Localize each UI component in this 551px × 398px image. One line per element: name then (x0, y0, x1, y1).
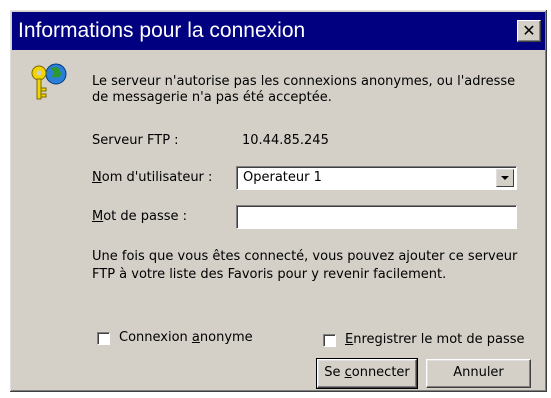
save-password-checkbox[interactable] (323, 334, 336, 347)
username-label-mnemonic: N (92, 170, 102, 185)
keys-globe-icon (31, 63, 67, 100)
login-dialog: Informations pour la connexion ✕ Le serv… (9, 9, 548, 393)
window-title: Informations pour la connexion (18, 19, 306, 42)
anonymous-label-before: Connexion (119, 330, 192, 345)
close-icon: ✕ (522, 21, 536, 40)
username-label-rest: om d'utilisateur : (101, 170, 213, 185)
save-password-label[interactable]: Enregistrer le mot de passe (345, 332, 525, 347)
save-password-label-mnemonic: E (345, 332, 354, 347)
password-label-mnemonic: M (92, 209, 104, 224)
password-label: Mot de passe : (92, 209, 187, 224)
anonymous-checkbox[interactable] (97, 332, 110, 345)
anonymous-label-mnemonic: a (191, 330, 200, 345)
connect-button[interactable]: Se connecter (316, 358, 418, 389)
anonymous-label[interactable]: Connexion anonyme (119, 330, 253, 345)
username-combobox[interactable]: Operateur 1 (236, 166, 517, 190)
password-field[interactable] (236, 205, 517, 229)
error-message: Le serveur n'autorise pas les connexions… (92, 74, 516, 105)
save-password-label-rest: nregistrer le mot de passe (353, 332, 525, 347)
server-label: Serveur FTP : (92, 133, 179, 148)
anonymous-label-after: nonyme (199, 330, 253, 345)
favorites-info: Une fois que vous êtes connecté, vous po… (92, 249, 518, 282)
close-button[interactable]: ✕ (517, 20, 541, 42)
title-bar[interactable]: Informations pour la connexion ✕ (12, 12, 545, 50)
cancel-button[interactable]: Annuler (426, 359, 531, 388)
username-label: Nom d'utilisateur : (92, 170, 212, 185)
connect-label-before: Se (324, 365, 345, 380)
server-value: 10.44.85.245 (242, 133, 329, 148)
connect-label-after: onnecter (351, 365, 410, 380)
password-label-rest: ot de passe : (103, 209, 188, 224)
connect-label-mnemonic: c (344, 365, 352, 380)
username-value: Operateur 1 (243, 170, 322, 185)
chevron-down-icon[interactable] (496, 169, 514, 187)
